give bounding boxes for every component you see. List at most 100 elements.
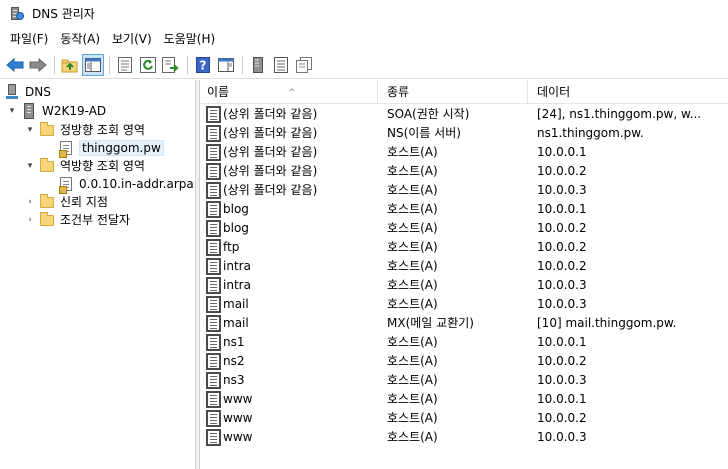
dns-record-icon (206, 106, 221, 123)
table-row[interactable]: (상위 폴더와 같음) 호스트(A) 10.0.0.3 (201, 181, 728, 200)
chevron-right-icon[interactable]: › (24, 196, 36, 208)
server-button[interactable] (247, 54, 269, 76)
tree-item-thinggom-zone[interactable]: thinggom.pw (58, 138, 164, 158)
record-type: 호스트(A) (387, 259, 438, 273)
copy-button[interactable] (293, 54, 315, 76)
table-row[interactable]: (상위 폴더와 같음) 호스트(A) 10.0.0.2 (201, 162, 728, 181)
table-row[interactable]: (상위 폴더와 같음) 호스트(A) 10.0.0.1 (201, 143, 728, 162)
tree-item-reverse-lookup-zones[interactable]: ▾ 역방향 조회 영역 (24, 156, 145, 175)
svg-text:?: ? (200, 58, 207, 72)
table-row[interactable]: www 호스트(A) 10.0.0.1 (201, 390, 728, 409)
table-row[interactable]: intra 호스트(A) 10.0.0.2 (201, 257, 728, 276)
tree-item-label: 역방향 조회 영역 (60, 159, 145, 173)
record-name: ftp (223, 240, 240, 254)
tree-item-server[interactable]: ▾ W2K19-AD (6, 101, 106, 120)
record-type: 호스트(A) (387, 354, 438, 368)
zone-icon (58, 140, 74, 158)
chevron-right-icon[interactable]: › (24, 214, 36, 226)
record-name: blog (223, 221, 249, 235)
tree-item-conditional-forwarders[interactable]: › 조건부 전달자 (24, 210, 130, 229)
tree-item-label: DNS (25, 84, 51, 99)
record-name: www (223, 392, 253, 406)
dns-record-icon (206, 334, 221, 351)
table-row[interactable]: ns1 호스트(A) 10.0.0.1 (201, 333, 728, 352)
record-data: 10.0.0.3 (537, 430, 587, 444)
dns-record-icon (206, 429, 221, 446)
record-name: intra (223, 278, 251, 292)
dns-record-icon (206, 315, 221, 332)
toolbar-separator (242, 55, 243, 74)
record-type: 호스트(A) (387, 278, 438, 292)
record-name: ns1 (223, 335, 245, 349)
export-list-button[interactable] (160, 54, 182, 76)
up-folder-icon (61, 59, 78, 72)
table-row[interactable]: mail MX(메일 교환기) [10] mail.thinggom.pw. (201, 314, 728, 333)
dns-record-icon (206, 258, 221, 275)
tree-item-trust-points[interactable]: › 신뢰 지점 (24, 192, 108, 211)
table-row[interactable]: intra 호스트(A) 10.0.0.3 (201, 276, 728, 295)
dns-record-icon (206, 391, 221, 408)
record-data: 10.0.0.2 (537, 354, 587, 368)
record-name: (상위 폴더와 같음) (223, 164, 318, 178)
pane-splitter[interactable] (196, 80, 200, 469)
properties-button[interactable] (114, 54, 136, 76)
tree-item-forward-lookup-zones[interactable]: ▾ 정방향 조회 영역 (24, 120, 145, 139)
table-row[interactable]: mail 호스트(A) 10.0.0.3 (201, 295, 728, 314)
record-name: intra (223, 259, 251, 273)
folder-icon (39, 157, 55, 174)
chevron-down-icon[interactable]: ▾ (24, 124, 36, 136)
menu-file[interactable]: 파일(F) (4, 28, 54, 50)
table-row[interactable]: blog 호스트(A) 10.0.0.1 (201, 200, 728, 219)
toolbar-separator (109, 55, 110, 74)
table-row[interactable]: www 호스트(A) 10.0.0.3 (201, 428, 728, 447)
help-button[interactable]: ? (192, 54, 214, 76)
table-row[interactable]: ns2 호스트(A) 10.0.0.2 (201, 352, 728, 371)
tree-item-label: W2K19-AD (42, 103, 107, 118)
tree-item-label: 정방향 조회 영역 (60, 123, 145, 137)
dns-record-icon (206, 410, 221, 427)
column-header-type[interactable]: 종류 (381, 80, 528, 104)
dns-record-icon (206, 239, 221, 256)
tree-item-label: 0.0.10.in-addr.arpa (79, 176, 194, 191)
table-row[interactable]: www 호스트(A) 10.0.0.2 (201, 409, 728, 428)
menu-action[interactable]: 동작(A) (54, 28, 106, 50)
show-hide-action-pane-button[interactable] (215, 54, 237, 76)
dns-record-icon (206, 144, 221, 161)
refresh-button[interactable] (137, 54, 159, 76)
toolbar: ? (0, 51, 728, 79)
chevron-down-icon[interactable]: ▾ (24, 160, 36, 172)
table-row[interactable]: ftp 호스트(A) 10.0.0.2 (201, 238, 728, 257)
dns-record-icon (206, 372, 221, 389)
record-data: 10.0.0.2 (537, 259, 587, 273)
table-row[interactable]: (상위 폴더와 같음) SOA(권한 시작) [24], ns1.thinggom.… (201, 105, 728, 124)
toolbar-separator (54, 55, 55, 74)
console-tree: DNS ▾ W2K19-AD ▾ 정방향 조회 영역 thinggom.pw ▾… (0, 80, 196, 469)
zone-list-button[interactable] (270, 54, 292, 76)
dns-record-icon (206, 353, 221, 370)
dns-record-icon (206, 163, 221, 180)
tree-item-label: thinggom.pw (79, 139, 164, 156)
tree-item-reverse-zone[interactable]: 0.0.10.in-addr.arpa (58, 174, 194, 194)
dns-manager-app-icon (8, 6, 24, 22)
record-type: 호스트(A) (387, 297, 438, 311)
forward-arrow-icon (29, 57, 47, 72)
record-type: 호스트(A) (387, 373, 438, 387)
chevron-down-icon[interactable]: ▾ (6, 105, 18, 117)
table-row[interactable]: (상위 폴더와 같음) NS(이름 서버) ns1.thinggom.pw. (201, 124, 728, 143)
menu-help[interactable]: 도움말(H) (158, 28, 222, 50)
up-one-level-button[interactable] (59, 54, 81, 76)
tree-item-dns[interactable]: DNS (4, 82, 51, 101)
record-name: (상위 폴더와 같음) (223, 145, 318, 159)
table-row[interactable]: blog 호스트(A) 10.0.0.2 (201, 219, 728, 238)
column-header-name[interactable]: 이름 ^ (201, 80, 378, 104)
column-header-data[interactable]: 데이터 (531, 80, 728, 104)
record-type: 호스트(A) (387, 411, 438, 425)
record-name: ns2 (223, 354, 245, 368)
main-content: DNS ▾ W2K19-AD ▾ 정방향 조회 영역 thinggom.pw ▾… (0, 80, 728, 469)
forward-button[interactable] (27, 54, 49, 76)
table-row[interactable]: ns3 호스트(A) 10.0.0.3 (201, 371, 728, 390)
menu-view[interactable]: 보기(V) (106, 28, 158, 50)
show-hide-console-tree-button[interactable] (82, 53, 104, 76)
record-data: 10.0.0.1 (537, 145, 587, 159)
back-button[interactable] (4, 54, 26, 76)
